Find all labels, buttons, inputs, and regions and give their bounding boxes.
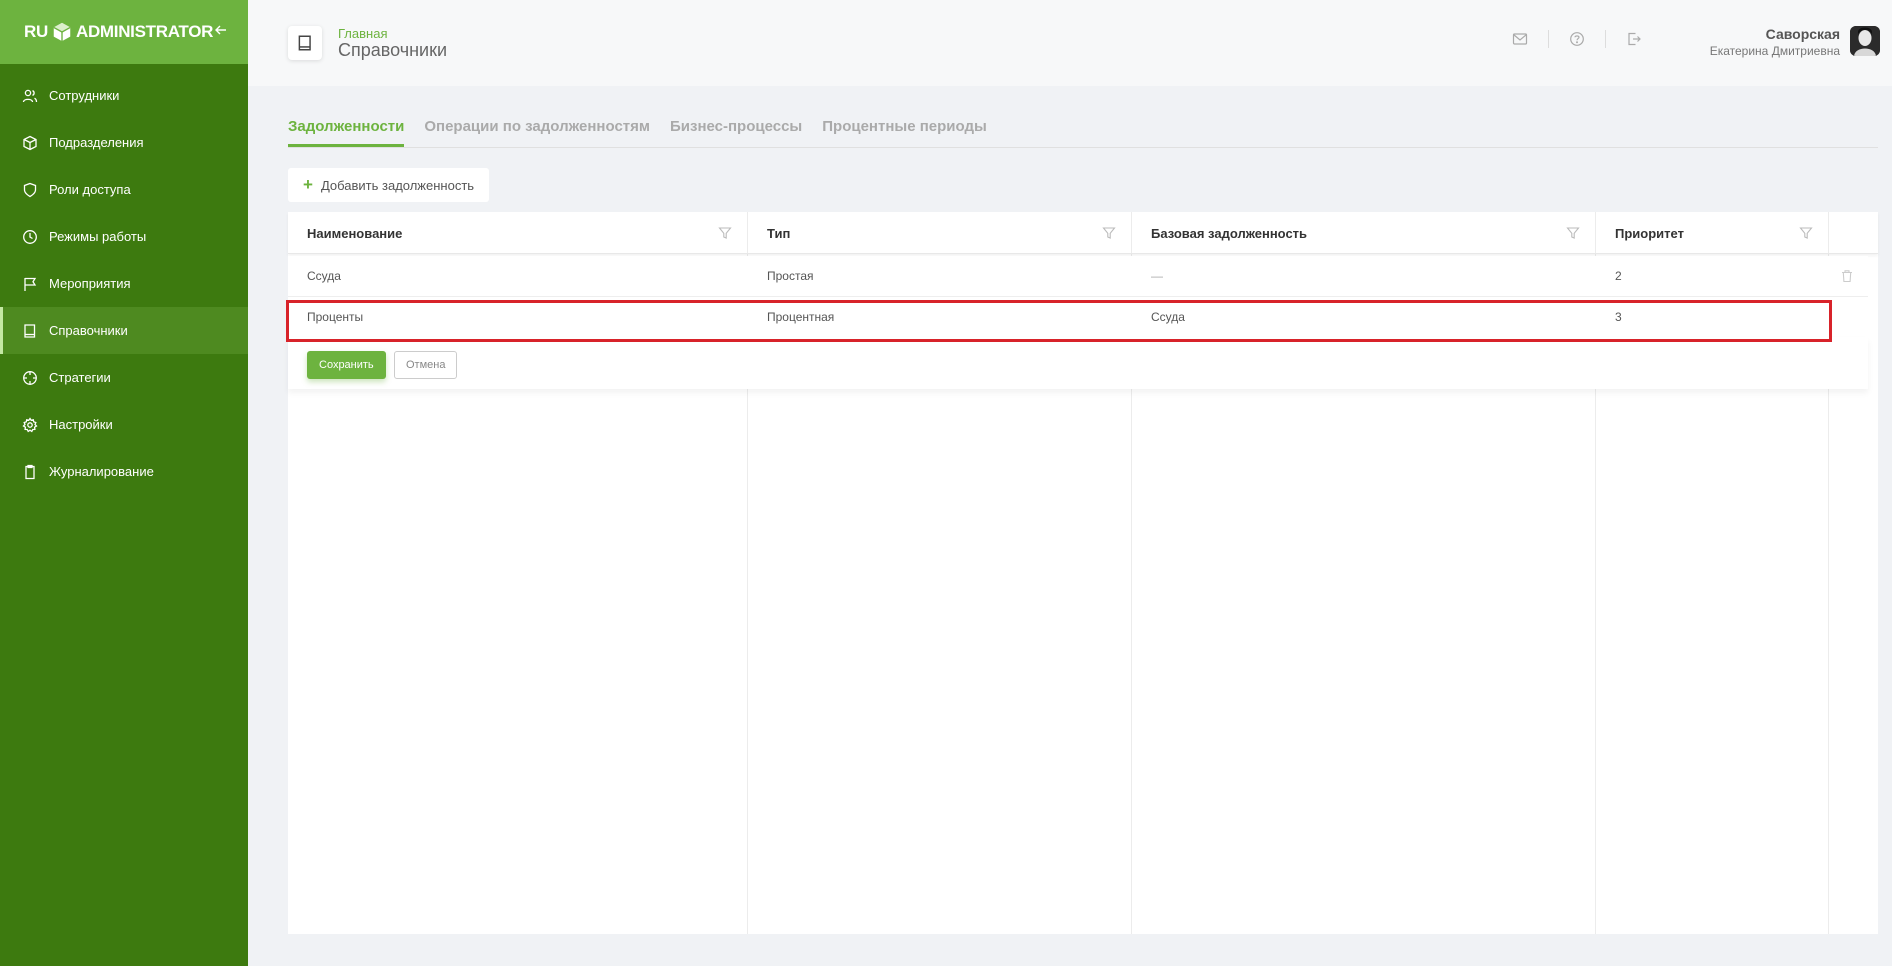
logo-left: RU: [24, 22, 48, 41]
help-icon[interactable]: [1569, 31, 1585, 47]
sidebar-item-label: Сотрудники: [49, 88, 120, 103]
sidebar-item-logging[interactable]: Журналирование: [0, 448, 248, 495]
logout-icon[interactable]: [1626, 31, 1642, 47]
mail-icon[interactable]: [1512, 31, 1528, 47]
trash-icon[interactable]: [1840, 269, 1854, 283]
user-last-name: Саворская: [1765, 26, 1840, 42]
column-header-priority[interactable]: Приоритет: [1615, 226, 1684, 241]
plus-icon: +: [303, 175, 313, 194]
sidebar-item-label: Мероприятия: [49, 276, 131, 291]
save-button[interactable]: Сохранить: [307, 351, 386, 379]
tab-interest-periods[interactable]: Процентные периоды: [822, 118, 987, 147]
filter-icon[interactable]: [1799, 226, 1813, 240]
cancel-button[interactable]: Отмена: [394, 351, 458, 379]
users-icon: [22, 88, 38, 104]
cube-icon: [22, 135, 38, 151]
sidebar-item-label: Роли доступа: [49, 182, 131, 197]
tabs: Задолженности Операции по задолженностям…: [288, 118, 1878, 148]
cell-priority: 2: [1615, 269, 1622, 283]
sidebar-item-events[interactable]: Мероприятия: [0, 260, 248, 307]
top-icons: [1492, 30, 1662, 48]
table-row[interactable]: Ссуда Простая — 2: [288, 256, 1868, 297]
sidebar-item-label: Журналирование: [49, 464, 154, 479]
logo-right: ADMINISTRATOR: [75, 22, 214, 41]
cell-type: Простая: [767, 269, 814, 283]
sidebar-item-departments[interactable]: Подразделения: [0, 119, 248, 166]
sidebar-header: RU ADMINISTRATOR: [0, 0, 248, 64]
filter-icon[interactable]: [1102, 226, 1116, 240]
column-header-name[interactable]: Наименование: [307, 226, 402, 241]
sidebar-item-settings[interactable]: Настройки: [0, 401, 248, 448]
sidebar-item-work-modes[interactable]: Режимы работы: [0, 213, 248, 260]
debts-table: Наименование Тип Базовая задолженность П…: [288, 212, 1878, 934]
sidebar-item-label: Стратегии: [49, 370, 111, 385]
crosshair-icon: [22, 370, 38, 386]
cell-base-debt[interactable]: Ссуда: [1151, 310, 1185, 324]
sidebar-item-employees[interactable]: Сотрудники: [0, 72, 248, 119]
table-header: Наименование Тип Базовая задолженность П…: [288, 212, 1878, 254]
tab-business-processes[interactable]: Бизнес-процессы: [670, 118, 802, 147]
top-bar: Главная Справочники Саворская Екатерина …: [248, 0, 1892, 86]
filter-icon[interactable]: [718, 226, 732, 240]
sidebar-item-label: Справочники: [49, 323, 128, 338]
add-debt-label: Добавить задолженность: [320, 177, 475, 193]
cell-name: Ссуда: [307, 269, 341, 283]
tab-debt-operations[interactable]: Операции по задолженностям: [424, 118, 650, 147]
divider: [1548, 30, 1549, 48]
user-name[interactable]: Саворская Екатерина Дмитриевна: [1710, 26, 1840, 58]
cube-logo-icon: [53, 22, 71, 42]
sidebar-item-label: Режимы работы: [49, 229, 147, 244]
filter-icon[interactable]: [1566, 226, 1580, 240]
page-book-icon: [288, 26, 322, 60]
divider: [1605, 30, 1606, 48]
sidebar-nav: Сотрудники Подразделения Роли доступа Ре…: [0, 64, 248, 495]
column-header-base-debt[interactable]: Базовая задолженность: [1151, 226, 1307, 241]
page-title: Справочники: [338, 40, 448, 60]
user-first-name: Екатерина Дмитриевна: [1709, 44, 1840, 58]
tab-debts[interactable]: Задолженности: [288, 118, 405, 147]
avatar[interactable]: [1850, 26, 1880, 56]
sidebar-item-strategies[interactable]: Стратегии: [0, 354, 248, 401]
gear-icon: [22, 416, 38, 433]
shield-icon: [22, 182, 38, 198]
cell-base-debt: —: [1151, 269, 1163, 283]
flag-icon: [22, 276, 38, 292]
clock-icon: [22, 229, 38, 245]
table-row-editing[interactable]: Проценты Процентная Ссуда 3: [288, 297, 1868, 338]
edit-actions: Сохранить Отмена: [288, 337, 1868, 389]
add-debt-button[interactable]: + Добавить задолженность: [288, 168, 490, 202]
column-header-type[interactable]: Тип: [767, 226, 790, 241]
cell-type[interactable]: Процентная: [767, 310, 834, 324]
cell-name[interactable]: Проценты: [307, 310, 363, 324]
sidebar-item-label: Подразделения: [49, 135, 144, 150]
clipboard-icon: [22, 464, 38, 480]
breadcrumb-home[interactable]: Главная: [338, 26, 387, 41]
sidebar-item-label: Настройки: [49, 417, 113, 432]
logo: RU ADMINISTRATOR: [24, 21, 213, 43]
collapse-sidebar-arrow-icon[interactable]: [213, 22, 229, 43]
sidebar: RU ADMINISTRATOR Сотрудники Подразделени…: [0, 0, 248, 966]
book-icon: [22, 323, 38, 339]
sidebar-item-references[interactable]: Справочники: [0, 307, 248, 354]
cell-priority[interactable]: 3: [1615, 310, 1622, 324]
sidebar-item-access-roles[interactable]: Роли доступа: [0, 166, 248, 213]
